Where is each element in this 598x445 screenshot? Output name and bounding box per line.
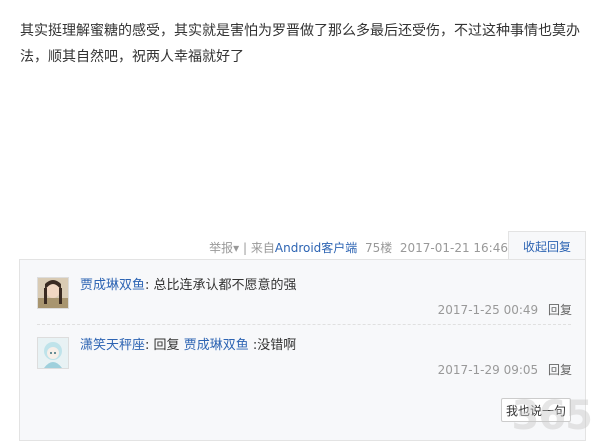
reply-footer: 2017-1-29 09:05 回复 xyxy=(438,361,572,378)
reply-footer: 2017-1-25 00:49 回复 xyxy=(438,301,572,318)
reply-datetime: 2017-1-25 00:49 xyxy=(437,303,539,317)
post-content: 其实挺理解蜜糖的感受，其实就是害怕为罗晋做了那么多最后还受伤，不过这种事情也莫办… xyxy=(20,23,580,65)
floor-number: 75楼 xyxy=(364,241,393,255)
reply-username[interactable]: 潇笑天秤座 xyxy=(80,338,145,353)
mention-username[interactable]: 贾成琳双鱼 xyxy=(184,338,249,353)
reply-panel: 贾成琳双鱼: 总比连承认都不愿意的强 2017-1-25 00:49 回复 潇笑… xyxy=(19,259,586,441)
say-something-button[interactable]: 我也说一句 xyxy=(501,398,571,422)
reply-button[interactable]: 回复 xyxy=(548,363,572,377)
post-datetime: 2017-01-21 16:46 xyxy=(399,241,508,255)
post-meta: 举报▾ | 来自Android客户端 75楼 2017-01-21 16:46 xyxy=(209,239,508,256)
reply-content: :没错啊 xyxy=(252,338,297,353)
collapse-replies-button[interactable]: 收起回复 xyxy=(508,231,586,260)
from-label: 来自 xyxy=(250,241,275,255)
avatar[interactable] xyxy=(37,277,69,309)
reply-username[interactable]: 贾成琳双鱼 xyxy=(80,278,145,293)
client-link[interactable]: Android客户端 xyxy=(275,241,357,255)
reply-divider xyxy=(37,324,571,325)
reply-button[interactable]: 回复 xyxy=(548,303,572,317)
reply-content: 总比连承认都不愿意的强 xyxy=(153,278,297,293)
meta-separator: | xyxy=(243,241,248,255)
colon: : xyxy=(145,338,150,353)
reply-text: 贾成琳双鱼: 总比连承认都不愿意的强 xyxy=(80,277,297,295)
reply-datetime: 2017-1-29 09:05 xyxy=(437,363,539,377)
avatar[interactable] xyxy=(37,337,69,369)
reply-prefix: 回复 xyxy=(153,338,180,353)
report-button[interactable]: 举报▾ xyxy=(209,241,239,255)
colon: : xyxy=(145,278,150,293)
reply-text: 潇笑天秤座: 回复 贾成琳双鱼 :没错啊 xyxy=(80,337,296,355)
